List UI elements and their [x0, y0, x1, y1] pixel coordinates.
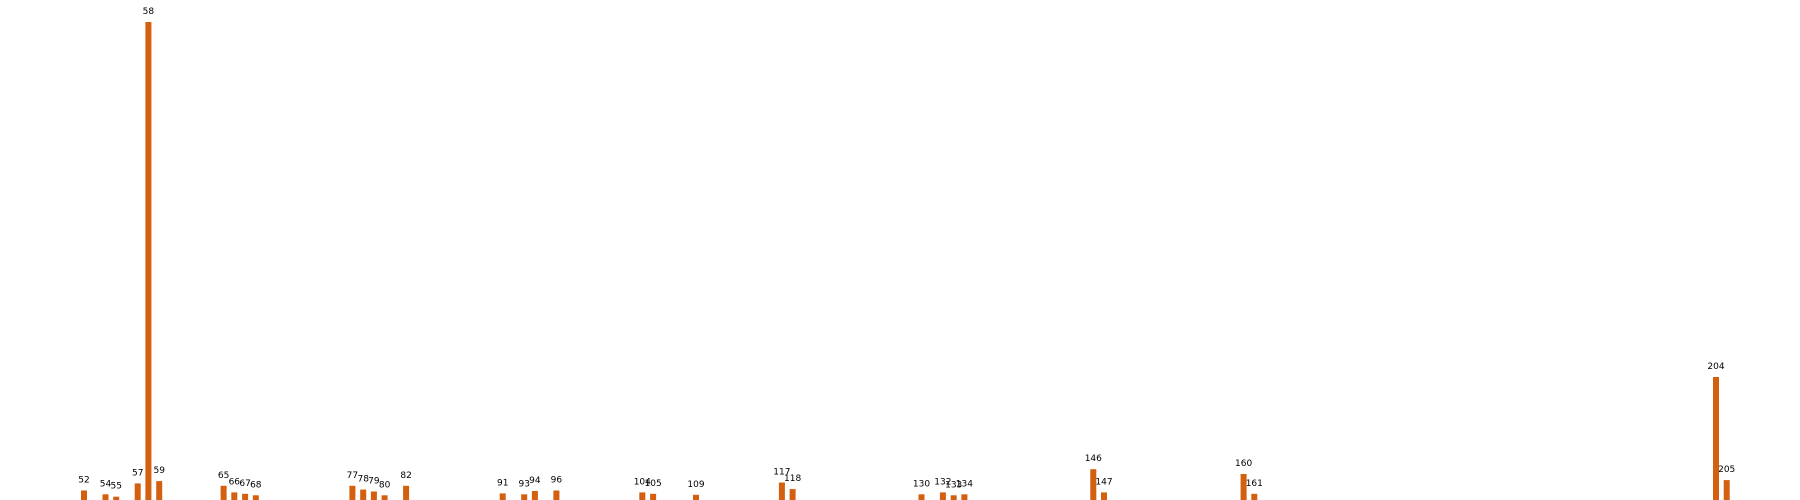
- bar-134: [961, 494, 968, 500]
- bar-label-105: 105: [645, 479, 662, 489]
- bar-78: [360, 489, 367, 500]
- bar-79: [370, 491, 377, 500]
- bar-77: [349, 485, 356, 500]
- bar-96: [553, 490, 560, 500]
- bar-205: [1723, 480, 1730, 500]
- bar-132: [939, 492, 946, 500]
- bar-label-52: 52: [78, 476, 89, 486]
- bar-130: [918, 494, 925, 500]
- bar-117: [778, 482, 785, 500]
- bar-133: [950, 495, 957, 500]
- bar-58: [145, 22, 152, 500]
- bar-80: [381, 495, 388, 500]
- bar-54: [102, 494, 109, 500]
- bar-105: [650, 493, 657, 500]
- bar-label-146: 146: [1085, 454, 1102, 464]
- bar-161: [1251, 493, 1258, 500]
- bar-204: [1713, 377, 1719, 500]
- bar-chart: 52 54 55575859 6566 67 6877 78 79 808291 93 94 96 10…: [0, 0, 1800, 500]
- bar-label-59: 59: [153, 466, 165, 476]
- bar-label-147: 147: [1095, 477, 1112, 487]
- bar-label-130: 130: [913, 479, 930, 489]
- bar-52: [81, 490, 87, 500]
- bar-label-118: 118: [784, 474, 801, 484]
- bar-label-68: 68: [250, 480, 262, 490]
- bar-label-109: 109: [687, 480, 704, 490]
- bar-67: [242, 493, 249, 500]
- bar-94: [531, 491, 538, 500]
- bar-93: [521, 494, 528, 500]
- bar-109: [693, 494, 699, 500]
- bar-59: [156, 481, 163, 500]
- chart-background: [0, 0, 1800, 500]
- bar-label-80: 80: [379, 480, 391, 490]
- bar-label-204: 204: [1707, 362, 1724, 372]
- bar-91: [499, 493, 506, 500]
- bar-label-134: 134: [956, 479, 973, 489]
- bar-104: [639, 492, 646, 500]
- bar-65: [220, 485, 227, 500]
- bar-label-205: 205: [1718, 465, 1735, 475]
- bar-68: [252, 495, 259, 500]
- bar-label-55: 55: [110, 482, 121, 492]
- bar-118: [789, 489, 796, 500]
- bar-label-82: 82: [400, 471, 411, 481]
- bar-82: [403, 485, 410, 500]
- bar-label-160: 160: [1235, 459, 1252, 469]
- bar-label-57: 57: [132, 468, 143, 478]
- bar-label-96: 96: [551, 476, 563, 486]
- bar-label-91: 91: [497, 478, 508, 488]
- bar-label-77: 77: [347, 471, 358, 481]
- bar-147: [1101, 492, 1107, 500]
- bar-label-58: 58: [143, 7, 155, 17]
- bar-66: [231, 492, 238, 500]
- bar-label-161: 161: [1246, 479, 1263, 489]
- bar-57: [134, 483, 141, 500]
- bar-label-94: 94: [529, 476, 541, 486]
